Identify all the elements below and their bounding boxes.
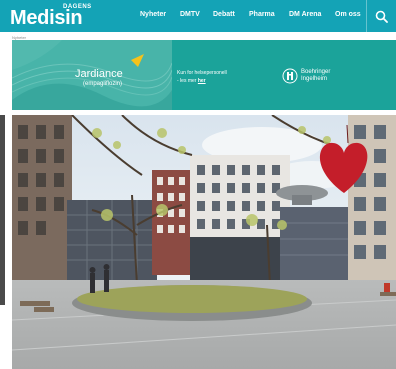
ad-link[interactable]: her [198, 78, 206, 84]
nav-item-om-oss[interactable]: Om oss [335, 11, 361, 18]
ad-text-line1: Kun for helsepersonell [177, 70, 227, 76]
ad-text-prefix: - les mer [177, 78, 198, 84]
ad-text-line2: - les mer her [177, 77, 257, 85]
hospital-photo [12, 115, 396, 369]
ad-company: Boehringer Ingelheim [301, 69, 330, 83]
article-hero-image[interactable] [12, 115, 396, 369]
nav-item-dm-arena[interactable]: DM Arena [289, 11, 321, 18]
edge-strip [0, 115, 5, 305]
ad-brand-name: Jardiance [75, 68, 123, 80]
search-icon [375, 10, 388, 23]
nav-item-pharma[interactable]: Pharma [249, 11, 275, 18]
jardiance-leaf-icon [131, 54, 144, 67]
ad-brand-panel: Jardiance (empagliflozin) [12, 40, 172, 110]
search-button[interactable] [367, 0, 396, 32]
nav-item-debatt[interactable]: Debatt [213, 11, 235, 18]
site-header: DAGENS Medisin Nyheter DMTV Debatt Pharm… [0, 0, 396, 32]
ad-brand-sub: (empagliflozin) [83, 81, 123, 87]
logo-text: Medisin [10, 7, 83, 29]
nav-item-nyheter[interactable]: Nyheter [140, 11, 166, 18]
ad-company-line2: Ingelheim [301, 76, 328, 82]
ad-text: Kun for helsepersonell - les mer her [177, 69, 257, 85]
nav-item-dmtv[interactable]: DMTV [180, 11, 200, 18]
ad-company-line1: Boehringer [301, 69, 331, 75]
boehringer-logo-icon [282, 68, 298, 84]
ad-banner[interactable]: Jardiance (empagliflozin) Kun for helsep… [12, 40, 396, 110]
